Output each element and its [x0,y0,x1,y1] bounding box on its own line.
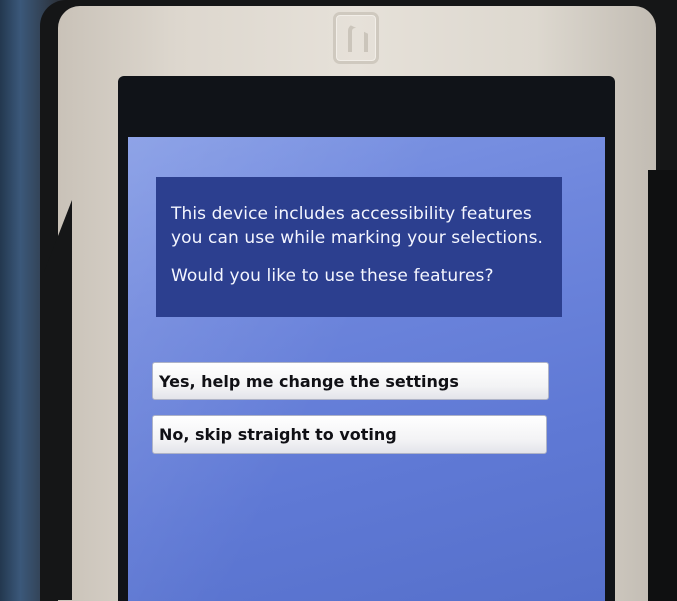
skip-to-voting-label: No, skip straight to voting [159,425,397,444]
prompt-line-2: you can use while marking your selection… [171,228,544,248]
touch-screen: This device includes accessibility featu… [128,137,605,601]
prompt-line-1: This device includes accessibility featu… [171,204,532,224]
accessibility-prompt-panel: This device includes accessibility featu… [156,177,562,317]
h-logo-icon [333,12,379,64]
prompt-question: Would you like to use these features? [171,266,494,286]
yes-change-settings-label: Yes, help me change the settings [159,371,459,391]
yes-change-settings-button[interactable]: Yes, help me change the settings [152,362,549,400]
bezel-right-edge [648,170,677,601]
skip-to-voting-button[interactable]: No, skip straight to voting [152,415,547,454]
